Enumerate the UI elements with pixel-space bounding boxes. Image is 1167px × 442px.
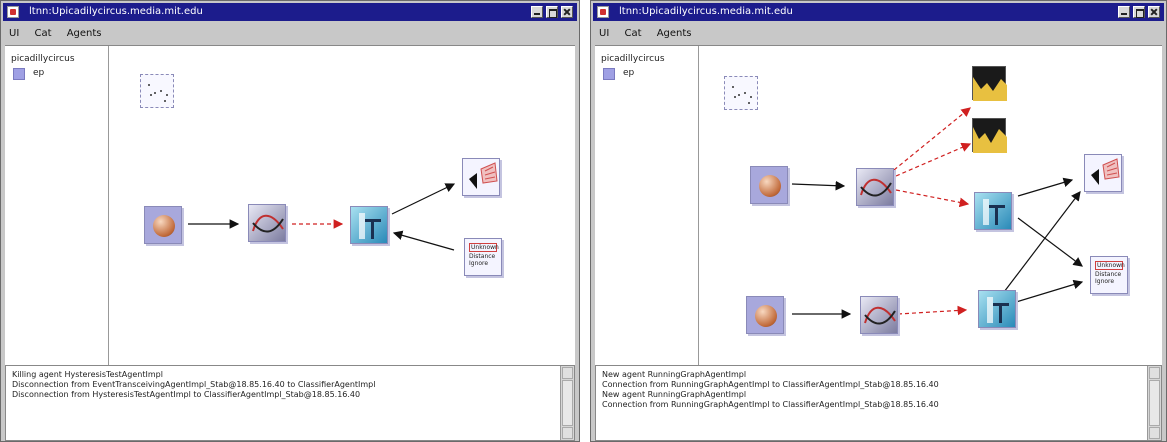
window-title: ltnn:Upicadilycircus.media.mit.edu bbox=[29, 6, 203, 17]
scroll-up-icon[interactable] bbox=[1149, 367, 1160, 379]
close-icon[interactable] bbox=[1148, 6, 1160, 18]
scroll-down-icon[interactable] bbox=[1149, 427, 1160, 439]
link-graph1-classifier1 bbox=[895, 189, 970, 208]
link-classifier2-speaker bbox=[1003, 191, 1081, 293]
maximize-icon[interactable] bbox=[1133, 6, 1145, 18]
scroll-thumb[interactable] bbox=[1149, 380, 1160, 426]
speaker-icon[interactable] bbox=[1084, 154, 1122, 192]
minimize-icon[interactable] bbox=[531, 6, 543, 18]
classifier-icon[interactable] bbox=[978, 290, 1016, 328]
link-classifier2-text bbox=[1015, 279, 1084, 303]
text-line-1: Unknown bbox=[1095, 261, 1125, 270]
text-line-1: Unknown bbox=[469, 243, 499, 252]
minimize-icon[interactable] bbox=[1118, 6, 1130, 18]
graph-agent-icon[interactable] bbox=[248, 204, 286, 242]
menu-cat[interactable]: Cat bbox=[28, 23, 57, 45]
graph-agent-icon[interactable] bbox=[856, 168, 894, 206]
link-graph2-classifier2 bbox=[897, 305, 968, 316]
app-icon[interactable] bbox=[597, 6, 609, 18]
scroll-up-icon[interactable] bbox=[562, 367, 573, 379]
swatch-label: ep bbox=[623, 68, 635, 78]
area-chart-icon[interactable] bbox=[972, 66, 1007, 101]
sphere-sensor-icon[interactable] bbox=[144, 206, 182, 244]
classifier-icon[interactable] bbox=[350, 206, 388, 244]
graph-agent-icon[interactable] bbox=[860, 296, 898, 334]
menu-bar: UI Cat Agents bbox=[593, 23, 1164, 45]
agent-graph[interactable]: Unknown Distance Ignore bbox=[110, 46, 575, 365]
menu-bar: UI Cat Agents bbox=[3, 23, 577, 45]
area-chart-icon[interactable] bbox=[972, 118, 1007, 153]
agent-window-right: ltnn:Upicadilycircus.media.mit.edu UI Ca… bbox=[590, 0, 1167, 442]
window-title: ltnn:Upicadilycircus.media.mit.edu bbox=[619, 6, 793, 17]
host-label: picadillycircus bbox=[11, 54, 75, 64]
log-scrollbar[interactable] bbox=[1147, 366, 1161, 440]
text-line-3: Ignore bbox=[1095, 278, 1115, 285]
sphere-sensor-icon[interactable] bbox=[746, 296, 784, 334]
scatter-plot-icon[interactable] bbox=[724, 76, 758, 110]
text-line-2: Distance bbox=[469, 253, 496, 260]
scatter-plot-icon[interactable] bbox=[140, 74, 174, 108]
workspace: picadillycircus ep Unknown Distance Igno… bbox=[5, 45, 575, 365]
menu-ui[interactable]: UI bbox=[593, 23, 615, 45]
maximize-icon[interactable] bbox=[546, 6, 558, 18]
speaker-icon[interactable] bbox=[462, 158, 500, 196]
title-bar[interactable]: ltnn:Upicadilycircus.media.mit.edu bbox=[593, 3, 1164, 21]
log-line: Disconnection from HysteresisTestAgentIm… bbox=[12, 390, 361, 399]
menu-agents[interactable]: Agents bbox=[61, 23, 108, 45]
classifier-icon[interactable] bbox=[974, 192, 1012, 230]
log-line: Connection from RunningGraphAgentImpl to… bbox=[602, 380, 939, 389]
scroll-thumb[interactable] bbox=[562, 380, 573, 426]
agent-graph[interactable]: Unknown Distance Ignore bbox=[700, 46, 1162, 365]
log-scrollbar[interactable] bbox=[560, 366, 574, 440]
log-line: Connection from RunningGraphAgentImpl to… bbox=[602, 400, 939, 409]
link-sphere1-graph1 bbox=[791, 180, 846, 191]
text-line-2: Distance bbox=[1095, 271, 1122, 278]
host-sidebar: picadillycircus ep bbox=[5, 46, 109, 365]
log-line: New agent RunningGraphAgentImpl bbox=[602, 390, 747, 399]
app-icon[interactable] bbox=[7, 6, 19, 18]
link-graph1-chart1 bbox=[893, 107, 971, 171]
link-classifier1-speaker bbox=[1017, 177, 1074, 197]
host-label: picadillycircus bbox=[601, 54, 665, 64]
agent-window-left: ltnn:Upicadilycircus.media.mit.edu UI Ca… bbox=[0, 0, 580, 442]
link-classifier-speaker bbox=[391, 183, 456, 215]
menu-ui[interactable]: UI bbox=[3, 23, 25, 45]
log-panel[interactable]: New agent RunningGraphAgentImpl Connecti… bbox=[595, 365, 1162, 441]
text-line-3: Ignore bbox=[469, 260, 489, 267]
log-line: New agent RunningGraphAgentImpl bbox=[602, 370, 747, 379]
menu-agents[interactable]: Agents bbox=[651, 23, 698, 45]
log-panel[interactable]: Killing agent HysteresisTestAgentImpl Di… bbox=[5, 365, 575, 441]
host-sidebar: picadillycircus ep bbox=[595, 46, 699, 365]
text-output-icon[interactable]: Unknown Distance Ignore bbox=[1090, 256, 1128, 294]
link-classifier1-text bbox=[1017, 217, 1083, 267]
menu-cat[interactable]: Cat bbox=[618, 23, 647, 45]
close-icon[interactable] bbox=[561, 6, 573, 18]
swatch-label: ep bbox=[33, 68, 45, 78]
workspace: picadillycircus ep Unknown Distance Igno… bbox=[595, 45, 1162, 365]
log-line: Disconnection from EventTransceivingAgen… bbox=[12, 380, 376, 389]
sphere-sensor-icon[interactable] bbox=[750, 166, 788, 204]
host-swatch[interactable] bbox=[13, 68, 25, 80]
host-swatch[interactable] bbox=[603, 68, 615, 80]
log-line: Killing agent HysteresisTestAgentImpl bbox=[12, 370, 163, 379]
link-text-classifier bbox=[392, 230, 455, 251]
scroll-down-icon[interactable] bbox=[562, 427, 573, 439]
title-bar[interactable]: ltnn:Upicadilycircus.media.mit.edu bbox=[3, 3, 577, 21]
text-output-icon[interactable]: Unknown Distance Ignore bbox=[464, 238, 502, 276]
